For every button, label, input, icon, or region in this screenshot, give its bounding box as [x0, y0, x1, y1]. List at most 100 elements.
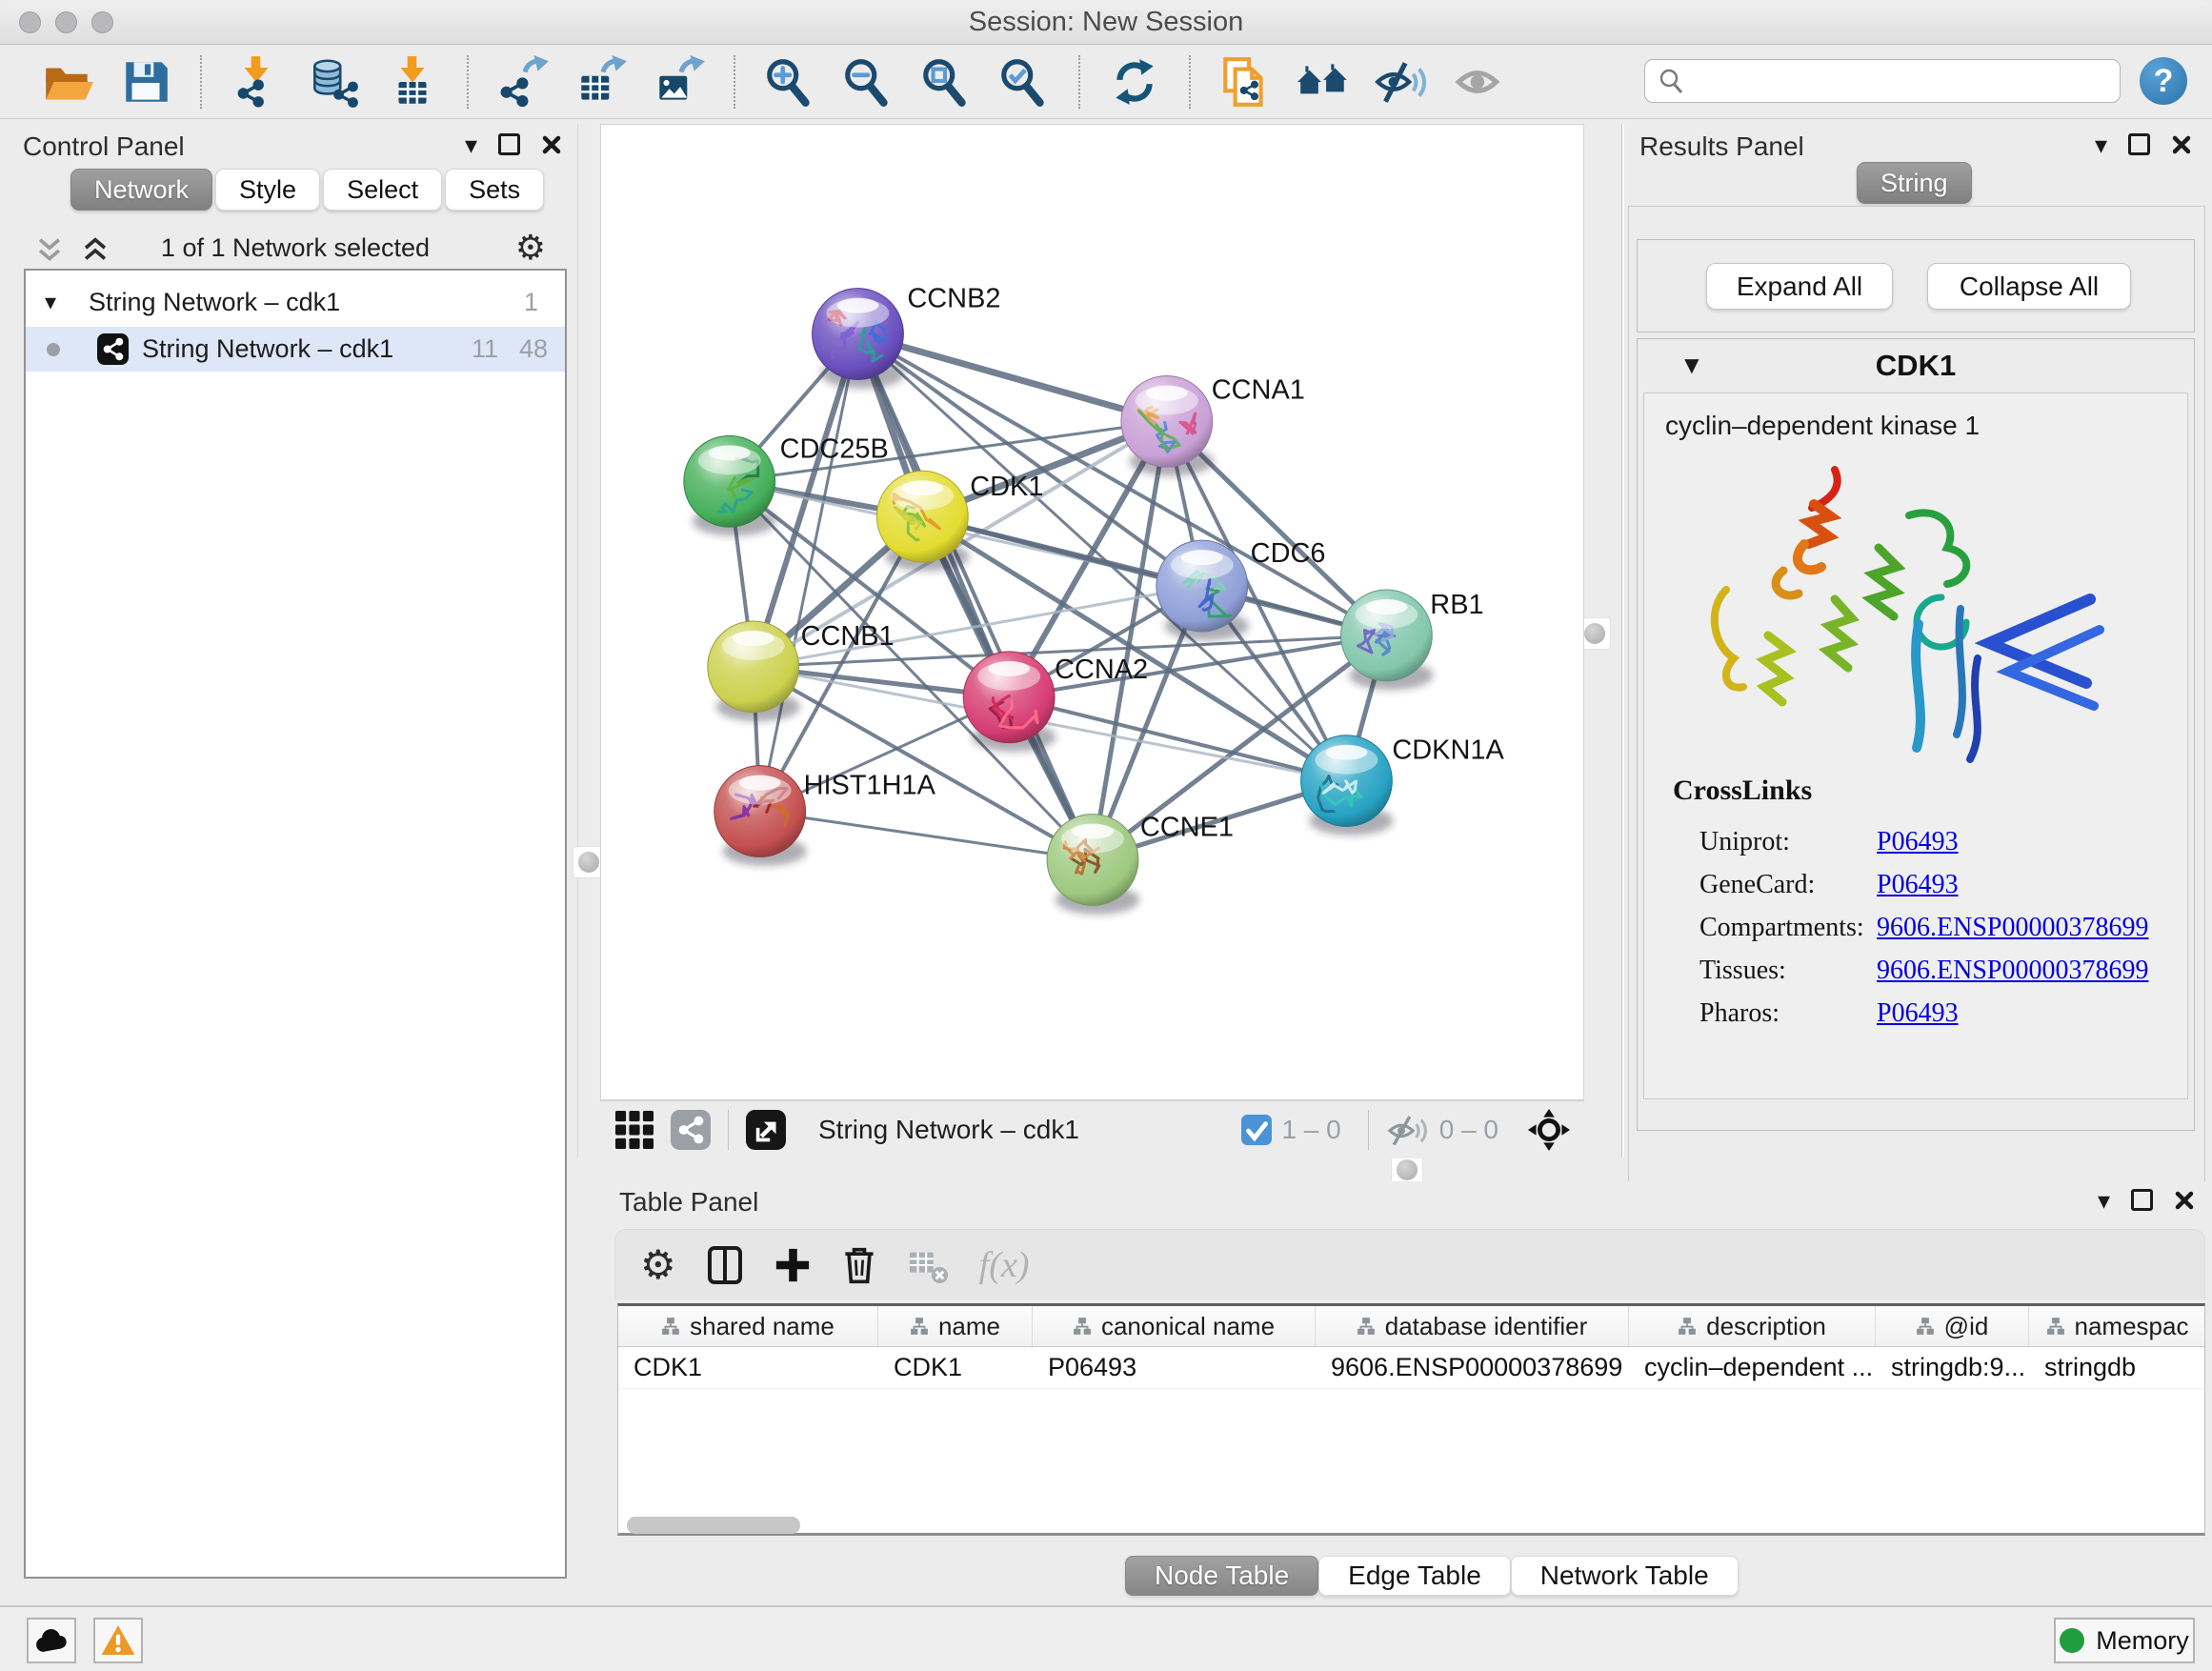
import-from-database-icon[interactable]	[306, 53, 363, 111]
table-options-gear-icon[interactable]: ⚙	[640, 1246, 676, 1284]
collapse-all-button[interactable]: Collapse All	[1927, 263, 2131, 310]
window-title: Session: New Session	[0, 0, 2212, 44]
export-table-icon[interactable]	[573, 53, 630, 111]
clone-network-icon[interactable]	[1217, 53, 1274, 111]
delete-column-icon[interactable]	[840, 1244, 878, 1286]
column-header-description[interactable]: description	[1629, 1306, 1876, 1346]
function-builder-icon: f(x)	[979, 1244, 1030, 1286]
tab-select[interactable]: Select	[323, 169, 442, 211]
column-header--id[interactable]: @id	[1876, 1306, 2029, 1346]
network-node-CCNB1[interactable]	[708, 621, 800, 721]
network-node-HIST1H1A[interactable]	[714, 766, 807, 866]
close-panel-icon[interactable]	[2174, 1190, 2195, 1211]
zoom-selected-icon[interactable]	[995, 53, 1053, 111]
tab-network[interactable]: Network	[70, 169, 212, 211]
tab-edge-table[interactable]: Edge Table	[1318, 1556, 1511, 1596]
node-table[interactable]: shared namenamecanonical namedatabase id…	[617, 1303, 2205, 1536]
column-header-canonical-name[interactable]: canonical name	[1033, 1306, 1316, 1346]
right-splitter[interactable]	[1584, 124, 1621, 1158]
search-input[interactable]	[1695, 66, 2120, 97]
zoom-out-icon[interactable]	[839, 53, 896, 111]
fit-selected-crosshair-icon[interactable]	[1527, 1108, 1571, 1152]
tab-node-table[interactable]: Node Table	[1125, 1556, 1318, 1596]
warnings-button[interactable]	[93, 1618, 143, 1663]
collapse-panel-icon[interactable]: ▾	[2098, 1191, 2110, 1210]
show-columns-icon[interactable]	[705, 1244, 745, 1286]
table-row[interactable]: CDK1CDK1P064939606.ENSP00000378699cyclin…	[618, 1347, 2204, 1389]
crosslink-link[interactable]: P06493	[1877, 998, 1959, 1029]
refresh-view-icon[interactable]	[1106, 53, 1163, 111]
left-splitter[interactable]	[577, 124, 601, 1158]
show-all-icon[interactable]	[1451, 53, 1508, 111]
network-node-RB1[interactable]	[1340, 590, 1433, 690]
network-options-gear-icon[interactable]: ⚙	[515, 229, 546, 267]
crosslink-link[interactable]: 9606.ENSP00000378699	[1877, 956, 2148, 986]
network-node-CDKN1A[interactable]	[1301, 735, 1394, 836]
network-node-CDC6[interactable]	[1156, 540, 1249, 640]
network-canvas[interactable]: CCNB2CCNA1CDC25BCDK1CDC6RB1CCNB1CCNA2CDK…	[600, 124, 1584, 1100]
crosslink-link[interactable]: 9606.ENSP00000378699	[1877, 913, 2148, 943]
tab-sets[interactable]: Sets	[445, 169, 544, 211]
edge-HIST1H1A-CCNE1[interactable]	[760, 812, 1093, 860]
string-network-graph[interactable]: CCNB2CCNA1CDC25BCDK1CDC6RB1CCNB1CCNA2CDK…	[601, 125, 1583, 1099]
crosslink-link[interactable]: P06493	[1877, 870, 1959, 900]
help-button[interactable]: ?	[2140, 57, 2187, 105]
network-node-CCNB2[interactable]	[813, 289, 905, 389]
gene-entry-header[interactable]: ▼ CDK1	[1638, 339, 2194, 393]
open-in-window-icon[interactable]	[746, 1110, 786, 1150]
open-file-icon[interactable]	[39, 53, 96, 111]
crosslink-label: Tissues:	[1673, 956, 1877, 986]
zoom-in-icon[interactable]	[761, 53, 818, 111]
zoom-fit-content-icon[interactable]	[917, 53, 975, 111]
export-image-icon[interactable]	[651, 53, 708, 111]
column-header-name[interactable]: name	[878, 1306, 1033, 1346]
node-label-CDK1: CDK1	[970, 472, 1043, 502]
save-session-icon[interactable]	[117, 53, 174, 111]
network-node-CCNA1[interactable]	[1121, 375, 1214, 475]
cloud-button[interactable]	[27, 1618, 76, 1663]
crosslink-link[interactable]: P06493	[1877, 827, 1959, 857]
network-share-icon[interactable]	[671, 1110, 711, 1150]
network-collection-row[interactable]: ▾ String Network – cdk1 1	[26, 280, 565, 325]
toolbar-separator	[467, 55, 469, 109]
table-cell: cyclin–dependent ...	[1629, 1347, 1876, 1388]
edge-CCNB2-HIST1H1A[interactable]	[760, 334, 858, 812]
node-label-CDKN1A: CDKN1A	[1392, 735, 1504, 766]
tree-expander-icon[interactable]: ▾	[45, 280, 56, 325]
search-box[interactable]	[1644, 59, 2121, 103]
crosslinks-title: CrossLinks	[1673, 775, 2168, 807]
tab-string[interactable]: String	[1857, 162, 1972, 204]
network-node-CCNA2[interactable]	[963, 652, 1056, 752]
table-panel-tabs: Node TableEdge TableNetwork Table	[1125, 1556, 1739, 1596]
tab-network-table[interactable]: Network Table	[1511, 1556, 1739, 1596]
table-horizontal-scrollbar[interactable]	[617, 1517, 2203, 1536]
network-node-CDC25B[interactable]	[684, 435, 776, 535]
column-header-shared-name[interactable]: shared name	[618, 1306, 878, 1346]
scrollbar-thumb[interactable]	[627, 1517, 800, 1534]
export-network-icon[interactable]	[494, 53, 552, 111]
float-panel-icon[interactable]	[498, 133, 520, 155]
collapse-panel-icon[interactable]: ▾	[2095, 135, 2107, 154]
column-header-namespac[interactable]: namespac	[2029, 1306, 2205, 1346]
node-label-HIST1H1A: HIST1H1A	[804, 771, 936, 801]
network-node-CCNE1[interactable]	[1047, 815, 1139, 915]
column-header-database-identifier[interactable]: database identifier	[1316, 1306, 1629, 1346]
float-panel-icon[interactable]	[2128, 133, 2150, 155]
tab-style[interactable]: Style	[215, 169, 320, 211]
network-node-CDK1[interactable]	[876, 471, 969, 571]
close-panel-icon[interactable]	[2171, 134, 2192, 155]
create-column-icon[interactable]	[774, 1246, 812, 1284]
string-home-icon[interactable]	[1295, 53, 1352, 111]
float-panel-icon[interactable]	[2131, 1189, 2153, 1211]
close-panel-icon[interactable]	[541, 134, 562, 155]
memory-button[interactable]: Memory	[2054, 1618, 2195, 1663]
crosslink-row: Compartments:9606.ENSP00000378699	[1673, 906, 2168, 949]
collapse-panel-icon[interactable]: ▾	[465, 135, 477, 154]
network-row-selected[interactable]: String Network – cdk1 11 48	[26, 327, 565, 372]
expand-all-button[interactable]: Expand All	[1706, 263, 1893, 310]
birds-eye-grid-icon[interactable]	[615, 1111, 654, 1149]
hide-selected-icon[interactable]	[1373, 53, 1430, 111]
selected-checkbox-icon[interactable]	[1241, 1115, 1272, 1145]
import-network-icon[interactable]	[228, 53, 285, 111]
import-table-icon[interactable]	[384, 53, 441, 111]
